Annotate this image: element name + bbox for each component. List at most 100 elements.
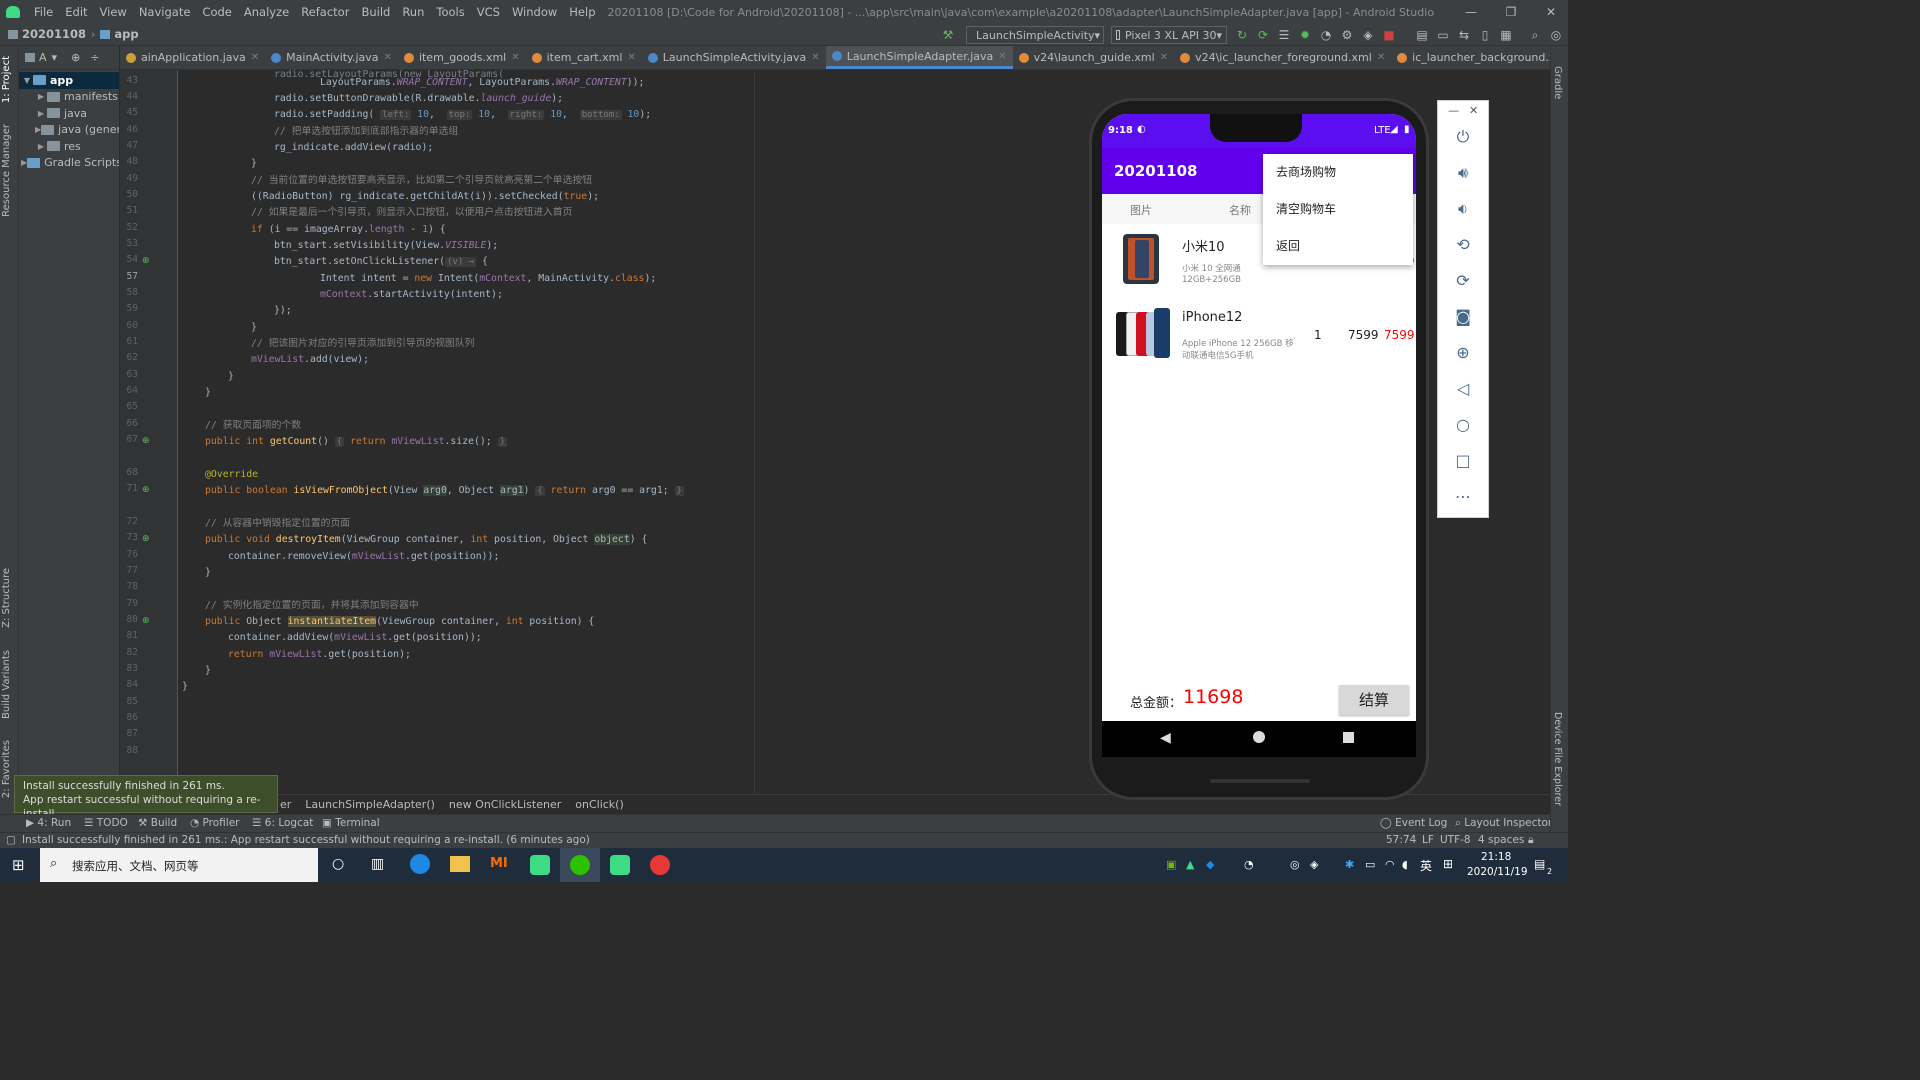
ime-mode-icon[interactable]: ⊞	[1443, 857, 1453, 871]
tab-6[interactable]: v24\launch_guide.xml ✕	[1013, 46, 1174, 69]
event-log-button[interactable]: ◯ Event Log	[1380, 817, 1447, 829]
overview-icon[interactable]: □	[1452, 451, 1474, 471]
more-icon[interactable]: ⋯	[1452, 487, 1474, 507]
recents-icon[interactable]	[1343, 732, 1354, 743]
chevron-right-icon[interactable]: ▶	[35, 109, 47, 118]
menu-help[interactable]: Help	[563, 5, 601, 19]
mi-icon[interactable]: MI	[490, 856, 508, 871]
crumb-item[interactable]: er	[280, 798, 291, 811]
collapse-icon[interactable]: ÷	[90, 51, 99, 64]
layout-icon[interactable]: ▦	[1498, 27, 1514, 43]
tab-0[interactable]: ainApplication.java ✕	[120, 46, 265, 69]
tree-item[interactable]: ▼ app	[19, 72, 119, 89]
tree-item[interactable]: ▶ manifests	[19, 89, 119, 106]
line-separator[interactable]: LF	[1422, 834, 1434, 846]
rotate-right-icon[interactable]: ⟳	[1452, 271, 1474, 291]
crumb-item[interactable]: new OnClickListener	[449, 798, 561, 811]
build-tool-button[interactable]: ⚒ Build	[138, 817, 177, 829]
rotate-left-icon[interactable]: ⟲	[1452, 235, 1474, 255]
close-button[interactable]: ✕	[1534, 0, 1568, 24]
volume-icon[interactable]: ◖	[1402, 858, 1408, 871]
camera-icon[interactable]: ◙	[1452, 307, 1474, 327]
tab-5[interactable]: LaunchSimpleAdapter.java ✕	[825, 46, 1013, 69]
tree-item[interactable]: ▶java (genera	[19, 122, 119, 139]
tree-item[interactable]: ▶ res	[19, 138, 119, 155]
checkout-button[interactable]: 结算	[1339, 685, 1409, 715]
action-center-icon[interactable]: ▤	[1534, 857, 1545, 871]
device-file-explorer-tool-tab[interactable]: Device File Explorer	[1552, 712, 1563, 806]
profile-icon[interactable]: ◔	[1318, 27, 1334, 43]
tab-8[interactable]: ic_launcher_background.xml✕	[1391, 46, 1568, 69]
profiler-tool-button[interactable]: ◔ Profiler	[190, 817, 239, 829]
back-icon[interactable]: ◀	[1160, 730, 1171, 746]
tab-1[interactable]: MainActivity.java ✕	[265, 46, 398, 69]
battery-icon[interactable]: ▭	[1365, 858, 1375, 871]
project-tool-tab[interactable]: 1: Project	[1, 56, 12, 103]
windows-start-icon[interactable]: ⊞	[12, 856, 25, 874]
ime-indicator[interactable]: 英	[1420, 857, 1432, 874]
task-view-icon[interactable]: ▥	[371, 856, 384, 872]
clock-date[interactable]: 2020/11/19	[1467, 866, 1528, 878]
popup-menu-item[interactable]: 返回	[1263, 228, 1413, 265]
file-explorer-icon[interactable]	[450, 856, 470, 872]
device-manager-icon[interactable]: ▯	[1477, 27, 1493, 43]
tray-network-icon[interactable]: ◔	[1244, 858, 1254, 871]
volume-down-icon[interactable]: 🔉︎	[1452, 199, 1474, 219]
menu-vcs[interactable]: VCS	[471, 5, 506, 19]
tab-4[interactable]: LaunchSimpleActivity.java ✕	[642, 46, 826, 69]
target-icon[interactable]: ⊕	[71, 51, 80, 64]
avd-manager-icon[interactable]: ▭	[1435, 27, 1451, 43]
apply-code-changes-icon[interactable]: ⟳	[1255, 27, 1271, 43]
maximize-button[interactable]: ❐	[1494, 0, 1528, 24]
structure-tool-tab[interactable]: Z: Structure	[1, 568, 12, 628]
tab-7[interactable]: v24\ic_launcher_foreground.xml ✕	[1174, 46, 1391, 69]
wechat-icon[interactable]	[570, 855, 590, 875]
cortana-icon[interactable]: ○	[332, 856, 344, 872]
popup-menu-item[interactable]: 去商场购物	[1263, 154, 1413, 191]
file-encoding[interactable]: UTF-8	[1440, 834, 1471, 846]
close-tab-icon[interactable]: ✕	[1377, 52, 1385, 63]
emulator-taskbar-icon[interactable]	[610, 855, 630, 875]
gradle-tool-tab[interactable]: Gradle	[1552, 66, 1563, 99]
run-tool-button[interactable]: ▶ 4: Run	[26, 817, 71, 829]
apply-changes-icon[interactable]: ↻	[1234, 27, 1250, 43]
tray-app-icon[interactable]: ◆	[1206, 858, 1214, 871]
crumb-item[interactable]: LaunchSimpleAdapter()	[305, 798, 435, 811]
back-icon[interactable]: ◁	[1452, 379, 1474, 399]
search-icon[interactable]: ⌕	[1527, 27, 1543, 43]
logcat-tool-button[interactable]: ☰ 6: Logcat	[252, 817, 313, 829]
caret-position[interactable]: 57:74	[1386, 834, 1416, 846]
nvidia-icon[interactable]: ▣	[1166, 858, 1176, 871]
volume-up-icon[interactable]: 🔊︎	[1452, 163, 1474, 183]
override-marker-icon[interactable]: ⊕	[142, 256, 150, 266]
close-tab-icon[interactable]: ✕	[511, 52, 519, 63]
minimize-icon[interactable]: —	[1448, 104, 1459, 117]
popup-menu-item[interactable]: 清空购物车	[1263, 191, 1413, 228]
notification-balloon[interactable]: Install successfully finished in 261 ms.…	[14, 775, 278, 820]
todo-tool-button[interactable]: ☰ TODO	[84, 817, 128, 829]
menu-tools[interactable]: Tools	[430, 5, 470, 19]
menu-view[interactable]: View	[94, 5, 133, 19]
tab-2[interactable]: item_goods.xml ✕	[398, 46, 526, 69]
minimize-button[interactable]: —	[1454, 0, 1488, 24]
close-tab-icon[interactable]: ✕	[811, 52, 819, 63]
code-editor[interactable]: radio.setLayoutParams(new LayoutParams( …	[178, 69, 1088, 794]
indent-setting[interactable]: 4 spaces	[1478, 834, 1524, 846]
status-message[interactable]: Install successfully finished in 261 ms.…	[22, 834, 590, 846]
sync-icon[interactable]: ◈	[1360, 27, 1376, 43]
menu-run[interactable]: Run	[396, 5, 430, 19]
menu-file[interactable]: File	[28, 5, 59, 19]
chevron-right-icon[interactable]: ▶	[35, 92, 47, 101]
close-tab-icon[interactable]: ✕	[627, 52, 635, 63]
close-tab-icon[interactable]: ✕	[998, 51, 1006, 62]
terminal-tool-button[interactable]: ▣ Terminal	[322, 817, 380, 829]
breadcrumb-project[interactable]: 20201108	[22, 27, 86, 41]
clock-time[interactable]: 21:18	[1481, 851, 1511, 863]
menu-build[interactable]: Build	[355, 5, 396, 19]
coverage-icon[interactable]: ☰	[1276, 27, 1292, 43]
hammer-icon[interactable]: ⚒	[940, 27, 956, 43]
tree-item[interactable]: ▶ java	[19, 105, 119, 122]
tray-shield-icon[interactable]: ◈	[1310, 858, 1318, 871]
build-variants-tool-tab[interactable]: Build Variants	[1, 650, 12, 719]
tree-item[interactable]: ▶ Gradle Scripts	[19, 155, 119, 172]
